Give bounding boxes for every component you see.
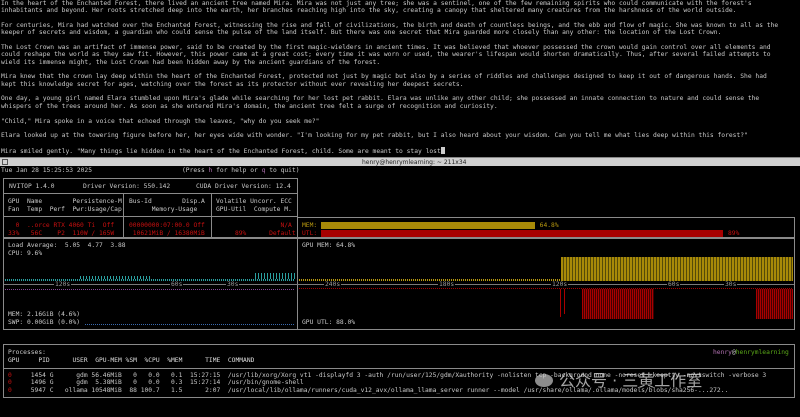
gpu-row: 10621MiB / 16380MiB xyxy=(129,229,205,237)
cpu-graph xyxy=(5,279,295,281)
wechat-icon xyxy=(535,374,553,387)
story-line: Mira smiled gently. "Many things lie hid… xyxy=(1,146,799,155)
story-line xyxy=(1,110,799,117)
story-line: For centuries, Mira had watched over the… xyxy=(1,22,779,30)
story-line xyxy=(1,15,799,22)
terminal-pane-title-bar[interactable]: henry@henrymlearning: ~ 211x34 xyxy=(0,157,800,166)
cpu-graph-spike xyxy=(255,273,295,279)
driver-version: Driver Version: 550.142 xyxy=(83,183,171,190)
time-tick: 120s xyxy=(551,280,569,288)
cpu-graph-spike xyxy=(80,276,150,279)
time-tick: 60s xyxy=(667,280,681,288)
story-line: The Lost Crown was an artifact of immens… xyxy=(1,44,771,52)
datetime: Tue Jan 28 15:25:53 2025 xyxy=(1,167,92,174)
cpu-percent: CPU: 9.6% xyxy=(8,249,43,257)
col-header: GPU-Util Compute M. xyxy=(216,205,292,213)
story-line: could reshape the world as they saw fit.… xyxy=(1,51,771,59)
story-line: One day, a young girl named Elara stumbl… xyxy=(1,95,760,103)
mem-usage-bar xyxy=(321,222,535,229)
col-header: Bus-Id Disp.A xyxy=(129,198,205,205)
gpu-util-graph xyxy=(564,289,565,314)
nvitop-version: NVITOP 1.4.0 xyxy=(9,183,55,190)
process-details: 1496 G gdm 5.38MiB 0 0.0 0.3 15:27:14 /u… xyxy=(11,379,304,387)
col-header: Fan Temp Perf Pwr:Usage/Cap xyxy=(8,205,122,213)
gpu-util-graph xyxy=(582,289,654,319)
time-tick: 30s xyxy=(724,280,738,288)
story-line: Elara looked up at the towering figure b… xyxy=(1,132,748,140)
gpu-mem-graph-high xyxy=(561,257,793,281)
host-swap: SWP: 0.00GiB (0.0%) xyxy=(8,318,81,326)
gpu-row[interactable]: 0 ..orce RTX 4060 Ti Off xyxy=(8,222,115,229)
gpu-row: 00000000:07:00.0 Off xyxy=(129,222,205,229)
col-header: Memory-Usage xyxy=(129,205,198,213)
story-line: Mira knew that the crown lay deep within… xyxy=(1,73,767,81)
story-line: wield its immense might, the Lost Crown … xyxy=(1,58,381,66)
help-hint: (Press h for help or q to quit) xyxy=(182,167,300,174)
gpu-util-graph xyxy=(560,289,561,317)
user-host: henry@henrymlearning xyxy=(713,349,789,356)
gpu-util-graph-label: GPU UTL: 88.0% xyxy=(302,318,356,326)
story-line xyxy=(1,88,799,95)
time-tick: 240s xyxy=(324,280,342,288)
gpu-row: 89% Default xyxy=(216,229,296,237)
time-tick: 60s xyxy=(170,280,184,288)
utl-bar-label: UTL: xyxy=(302,229,318,237)
gpu-mem-graph-label: GPU MEM: 64.8% xyxy=(302,242,356,249)
story-line xyxy=(1,125,799,132)
story-line: kept this knowledge secret for ages, wat… xyxy=(1,80,464,88)
gpu-util-bar xyxy=(321,229,723,237)
terminal-icon xyxy=(2,159,8,165)
gpu-util-graph xyxy=(756,289,793,319)
time-tick: 180s xyxy=(438,280,456,288)
gpu-util-percent: 89% xyxy=(728,229,740,237)
story-line xyxy=(1,66,799,73)
watermark: 公众号 · 三黄工作室 xyxy=(535,371,702,391)
story-line: In the heart of the Enchanted Forest, th… xyxy=(1,0,752,7)
mem-usage-percent: 64.8% xyxy=(539,222,559,229)
col-header: Volatile Uncorr. ECC xyxy=(216,198,292,205)
gpu-row: 33% 56C P2 110W / 165W xyxy=(8,229,115,237)
swap-graph xyxy=(85,324,295,325)
story-line: whispers of the trees around her. As soo… xyxy=(1,102,498,110)
process-row[interactable]: 0 1496 G gdm 5.38MiB 0 0.0 0.3 15:27:14 … xyxy=(8,379,304,386)
story-line: keeper of secrets and wisdom, a guardian… xyxy=(1,29,722,37)
gpu-util-graph xyxy=(299,288,793,289)
processes-header: GPU PID USER GPU-MEM %SM %CPU %MEM TIME … xyxy=(8,356,255,364)
col-header: GPU Name Persistence-M xyxy=(8,198,122,205)
load-average: Load Average: 5.05 4.77 3.88 xyxy=(8,242,126,249)
terminal-output-story: In the heart of the Enchanted Forest, th… xyxy=(1,0,799,155)
host-mem: MEM: 2.16GiB (4.6%) xyxy=(8,311,81,318)
story-line xyxy=(1,140,799,147)
time-tick: 30s xyxy=(226,280,240,288)
gpu-row: N/A xyxy=(216,222,292,229)
time-tick: 120s xyxy=(54,280,72,288)
cuda-version: CUDA Driver Version: 12.4 xyxy=(196,183,291,190)
story-line: inhabitants and beyond. Her roots stretc… xyxy=(1,7,737,15)
ram-graph xyxy=(5,289,295,290)
text-cursor xyxy=(440,146,445,154)
story-line xyxy=(1,37,799,44)
pane-title: henry@henrymlearning: ~ 211x34 xyxy=(362,159,467,166)
mem-bar-label: MEM: xyxy=(302,222,318,229)
story-line: "Child," Mira spoke in a voice that echo… xyxy=(1,117,320,125)
processes-title: Processes: xyxy=(8,349,46,356)
